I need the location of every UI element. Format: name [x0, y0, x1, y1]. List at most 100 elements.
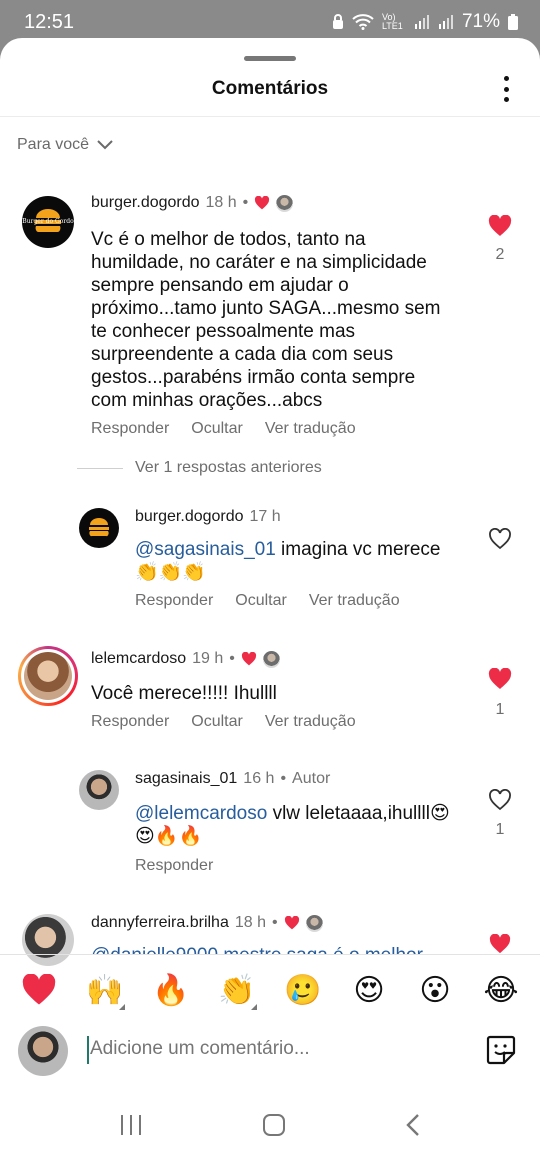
user-avatar: [18, 1026, 68, 1076]
timestamp: 16 h: [243, 770, 275, 787]
burger-logo-icon: Burger do Gordo: [22, 209, 74, 233]
like-count: 1: [495, 701, 505, 718]
heart-outline-icon[interactable]: [488, 528, 512, 550]
comments-sheet: Comentários Para você Burger do Gordo bu…: [0, 38, 540, 1158]
comment-text: vlw leletaaaa,ihullll😍: [267, 803, 450, 824]
raised-hands-icon: 🙌: [86, 972, 124, 1008]
reply-button[interactable]: Responder: [91, 420, 169, 438]
hide-button[interactable]: Ocultar: [191, 420, 243, 438]
more-options-icon[interactable]: [494, 76, 518, 102]
avatar[interactable]: [79, 508, 119, 548]
reaction-heart-eyes[interactable]: 😍: [347, 968, 391, 1012]
fire-icon: 🔥: [152, 972, 190, 1008]
timestamp: 19 h: [192, 650, 224, 667]
network-label: Vo) LTE1: [381, 12, 403, 31]
avatar[interactable]: Burger do Gordo: [22, 196, 74, 248]
header-divider: [0, 116, 540, 117]
surprised-icon: 😮: [419, 972, 451, 1008]
comment-body: @lelemcardoso vlw leletaaaa,ihullll😍 😍🔥🔥: [135, 802, 465, 848]
home-icon[interactable]: [262, 1113, 286, 1137]
reaction-tear-smile[interactable]: 🥲: [281, 968, 325, 1012]
translate-button[interactable]: Ver tradução: [309, 592, 400, 610]
lock-icon: [332, 14, 343, 29]
comment-header: burger.dogordo 17 h: [135, 508, 281, 526]
filter-dropdown[interactable]: Para você: [17, 136, 113, 154]
hide-button[interactable]: Ocultar: [235, 592, 287, 610]
creator-liked-heart-icon: [255, 196, 270, 210]
liked-heart-icon[interactable]: [488, 668, 512, 690]
comment-line: gestos...parabéns irmão conta sempre: [91, 367, 416, 388]
mention-link[interactable]: @sagasinais_01: [135, 539, 276, 560]
battery-icon: [508, 14, 518, 30]
reaction-surprised[interactable]: 😮: [413, 968, 457, 1012]
reply-button[interactable]: Responder: [135, 857, 213, 875]
comment-actions: Responder Ocultar Ver tradução: [91, 420, 356, 438]
reaction-fire[interactable]: 🔥: [149, 968, 193, 1012]
creator-avatar-icon: [305, 914, 323, 932]
recent-apps-icon[interactable]: [119, 1114, 143, 1136]
comment-header: dannyferreira.brilha 18 h •: [91, 914, 323, 932]
tear-smile-icon: 🥲: [284, 972, 322, 1008]
reaction-laugh[interactable]: 😂: [479, 968, 523, 1012]
comment-header: lelemcardoso 19 h •: [91, 650, 280, 668]
reaction-raised-hands[interactable]: 🙌: [83, 968, 127, 1012]
comment-line: surpreendente a cada dia com seus: [91, 344, 394, 365]
comment-actions: Responder: [135, 857, 213, 875]
laugh-icon: 😂: [483, 972, 519, 1008]
sticker-icon[interactable]: [484, 1033, 518, 1067]
comment-body: Você merece!!!!! Ihullll: [91, 683, 277, 704]
comment-actions: Responder Ocultar Ver tradução: [135, 592, 400, 610]
reply-button[interactable]: Responder: [91, 713, 169, 731]
username[interactable]: lelemcardoso: [91, 650, 186, 668]
emoji-line: 👏👏👏: [135, 561, 206, 583]
reply-button[interactable]: Responder: [135, 592, 213, 610]
username[interactable]: burger.dogordo: [91, 194, 200, 212]
heart-outline-icon[interactable]: [488, 789, 512, 811]
mention-link[interactable]: @lelemcardoso: [135, 803, 267, 824]
replies-divider: [77, 468, 123, 469]
quick-reactions: 🙌 🔥 👏 🥲 😍 😮 😂: [0, 966, 540, 1014]
signal-icon-2: [438, 15, 453, 29]
comment-header: burger.dogordo 18 h •: [91, 194, 294, 212]
reaction-clap[interactable]: 👏: [215, 968, 259, 1012]
clap-icon: 👏: [218, 972, 256, 1008]
liked-heart-icon[interactable]: [488, 934, 512, 954]
heart-icon: [22, 974, 56, 1005]
timestamp: 18 h: [234, 914, 266, 931]
avatar-story-ring[interactable]: [18, 646, 78, 706]
drag-handle[interactable]: [244, 56, 296, 61]
comment-composer: [0, 1022, 540, 1080]
comment-text: imagina vc merece: [275, 539, 441, 560]
system-nav-bar: [0, 1090, 540, 1158]
username[interactable]: dannyferreira.brilha: [91, 914, 229, 932]
reaction-heart[interactable]: [17, 968, 61, 1012]
filter-label: Para você: [17, 136, 90, 153]
svg-text:Burger do Gordo: Burger do Gordo: [22, 218, 74, 225]
comment-line: humildade, no caráter e na simplicidade: [91, 252, 427, 273]
comment-input[interactable]: [90, 1038, 430, 1060]
username[interactable]: burger.dogordo: [135, 508, 244, 526]
translate-button[interactable]: Ver tradução: [265, 713, 356, 731]
comment-actions: Responder Ocultar Ver tradução: [91, 713, 356, 731]
wifi-icon: [352, 14, 374, 30]
username[interactable]: sagasinais_01: [135, 770, 237, 788]
like-count: 1: [495, 821, 505, 838]
avatar[interactable]: [79, 770, 119, 810]
reaction-divider: [0, 954, 540, 955]
hide-button[interactable]: Ocultar: [191, 713, 243, 731]
author-tag: Autor: [292, 770, 331, 787]
back-icon[interactable]: [405, 1113, 421, 1137]
avatar[interactable]: [22, 914, 74, 966]
liked-heart-icon[interactable]: [488, 215, 512, 237]
comment-header: sagasinais_01 16 h • Autor: [135, 770, 330, 788]
signal-icon: [414, 15, 429, 29]
creator-avatar-icon: [262, 650, 280, 668]
view-previous-replies-link[interactable]: Ver 1 respostas anteriores: [135, 459, 322, 477]
comment-text: @danielle9000 mestre saga é o melhor: [91, 945, 423, 954]
timestamp: 18 h: [205, 194, 237, 211]
translate-button[interactable]: Ver tradução: [265, 420, 356, 438]
status-time: 12:51: [24, 10, 75, 33]
text-cursor: [87, 1036, 89, 1064]
separator-dot: •: [229, 650, 235, 667]
chevron-down-icon: [97, 140, 113, 150]
